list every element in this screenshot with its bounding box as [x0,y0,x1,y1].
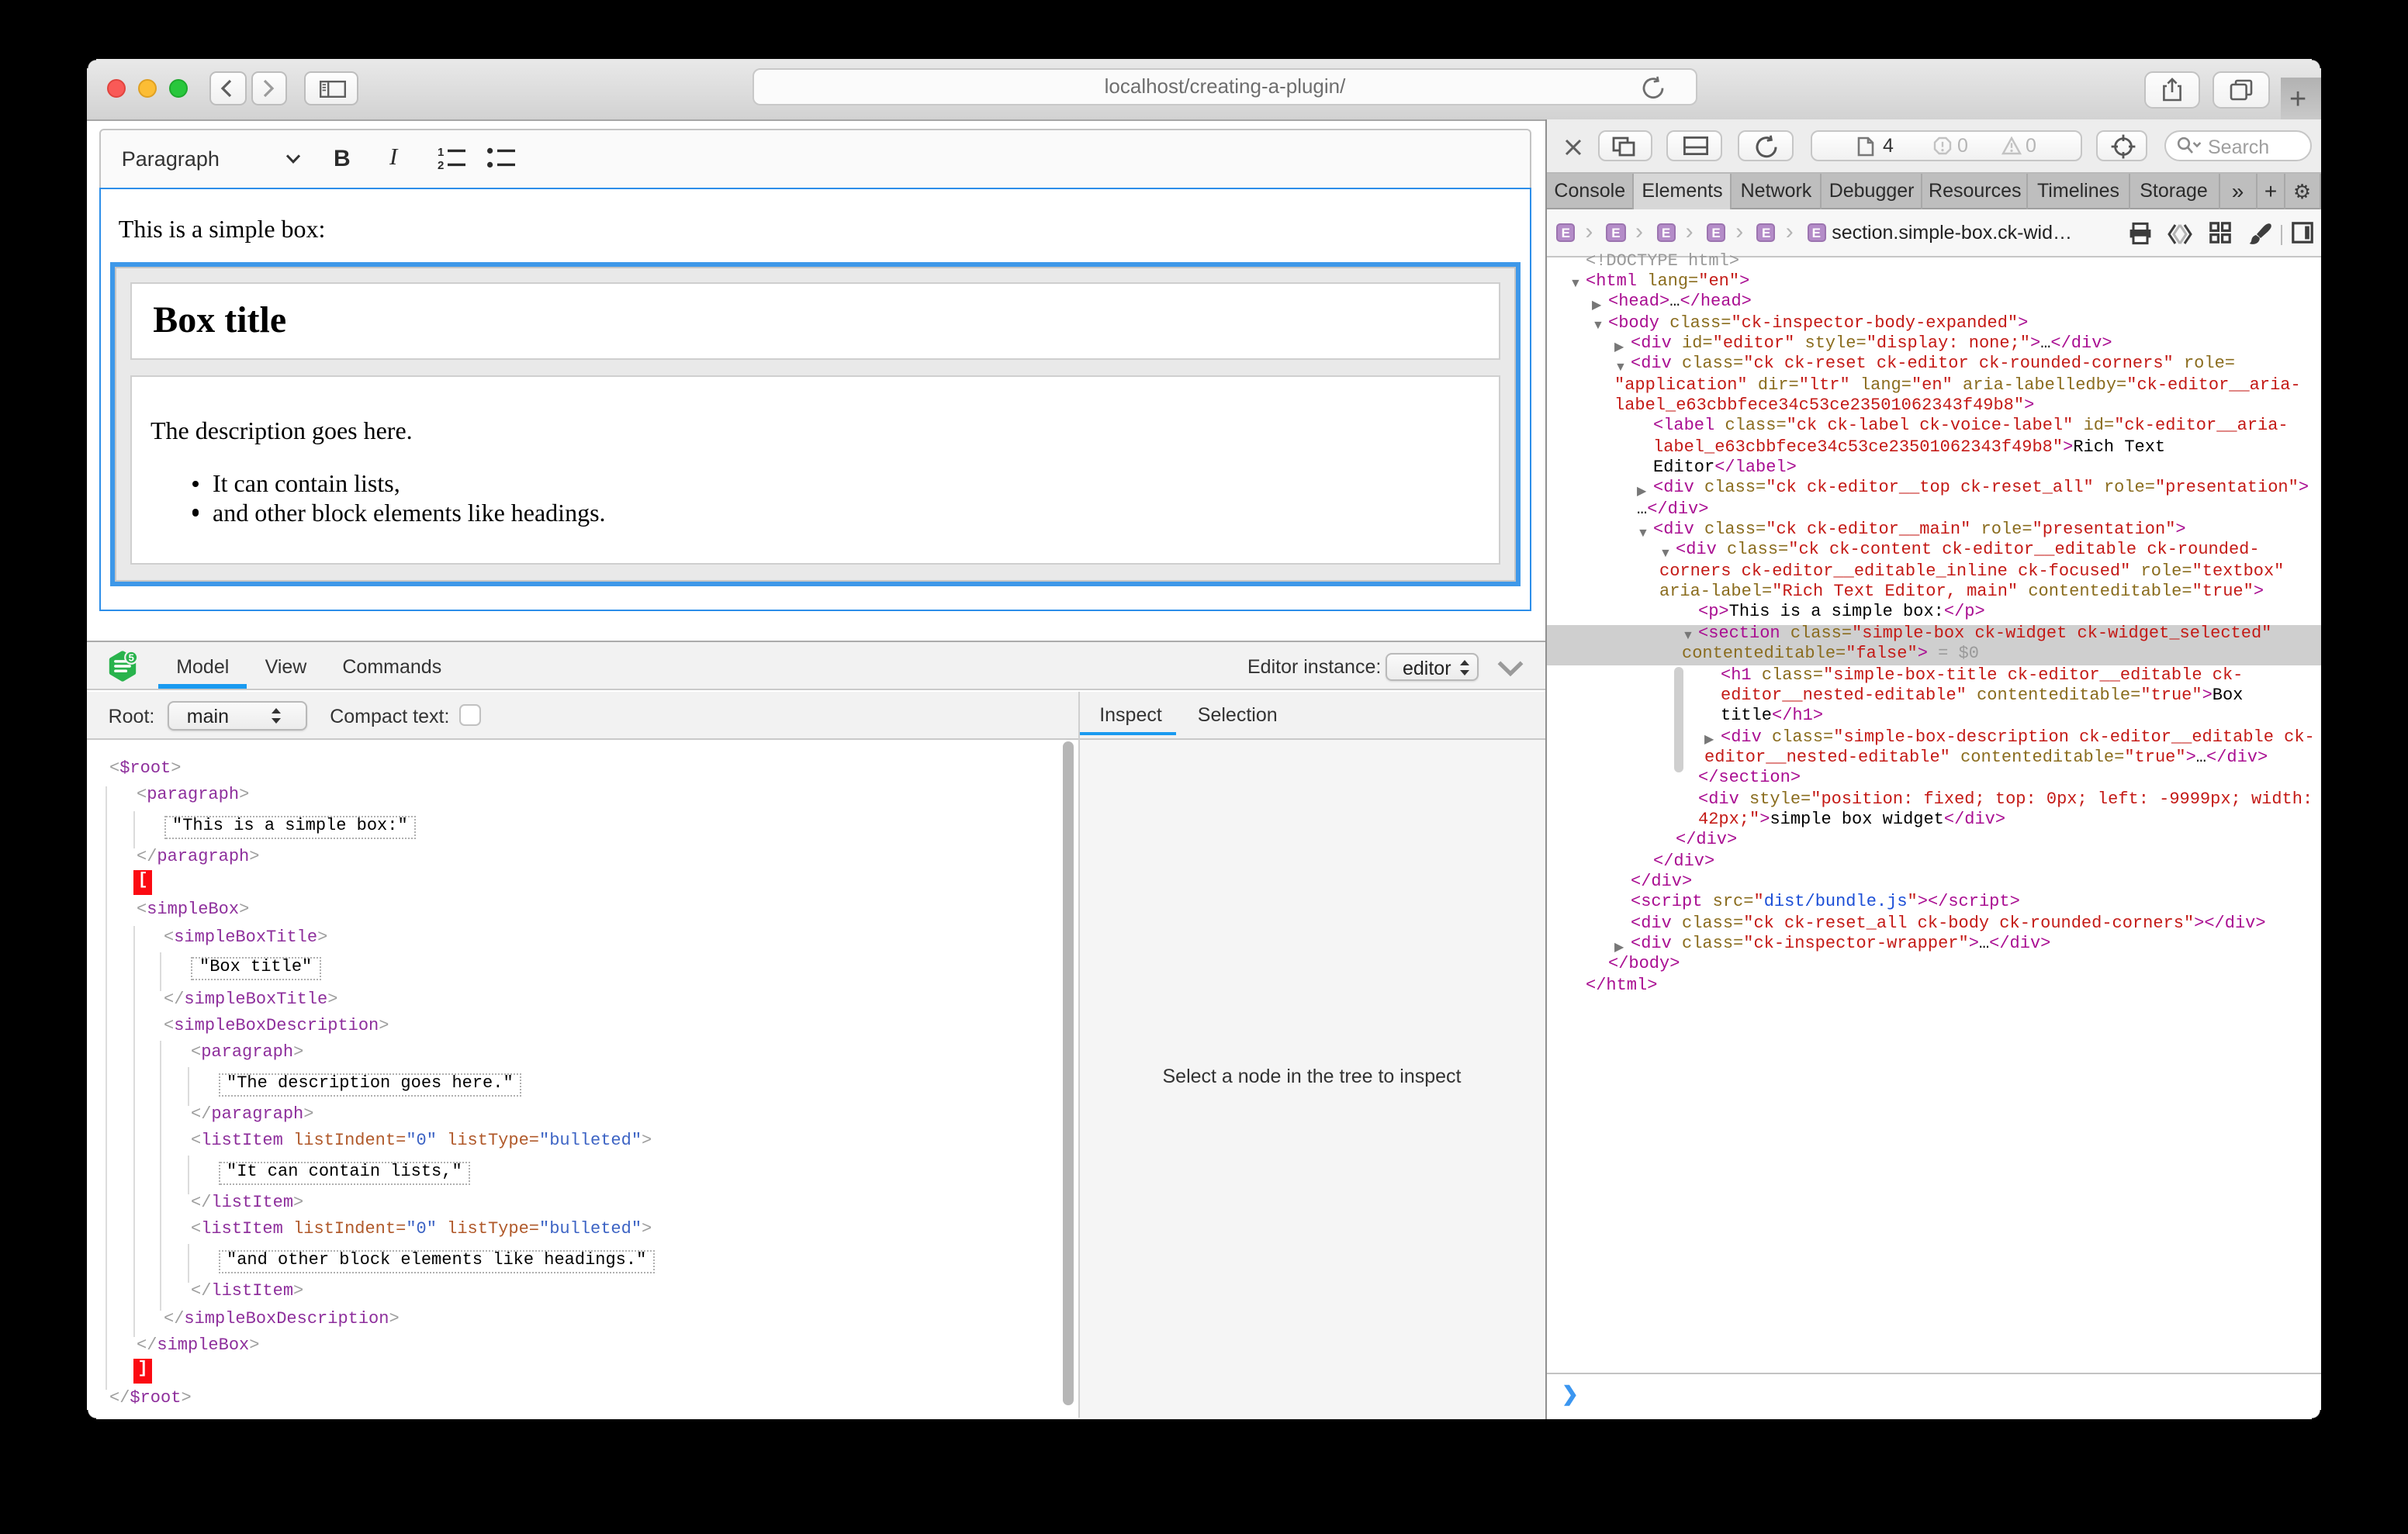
svg-text:2: 2 [438,159,444,169]
svg-text:5: 5 [128,651,133,663]
svg-text:1: 1 [438,147,444,159]
